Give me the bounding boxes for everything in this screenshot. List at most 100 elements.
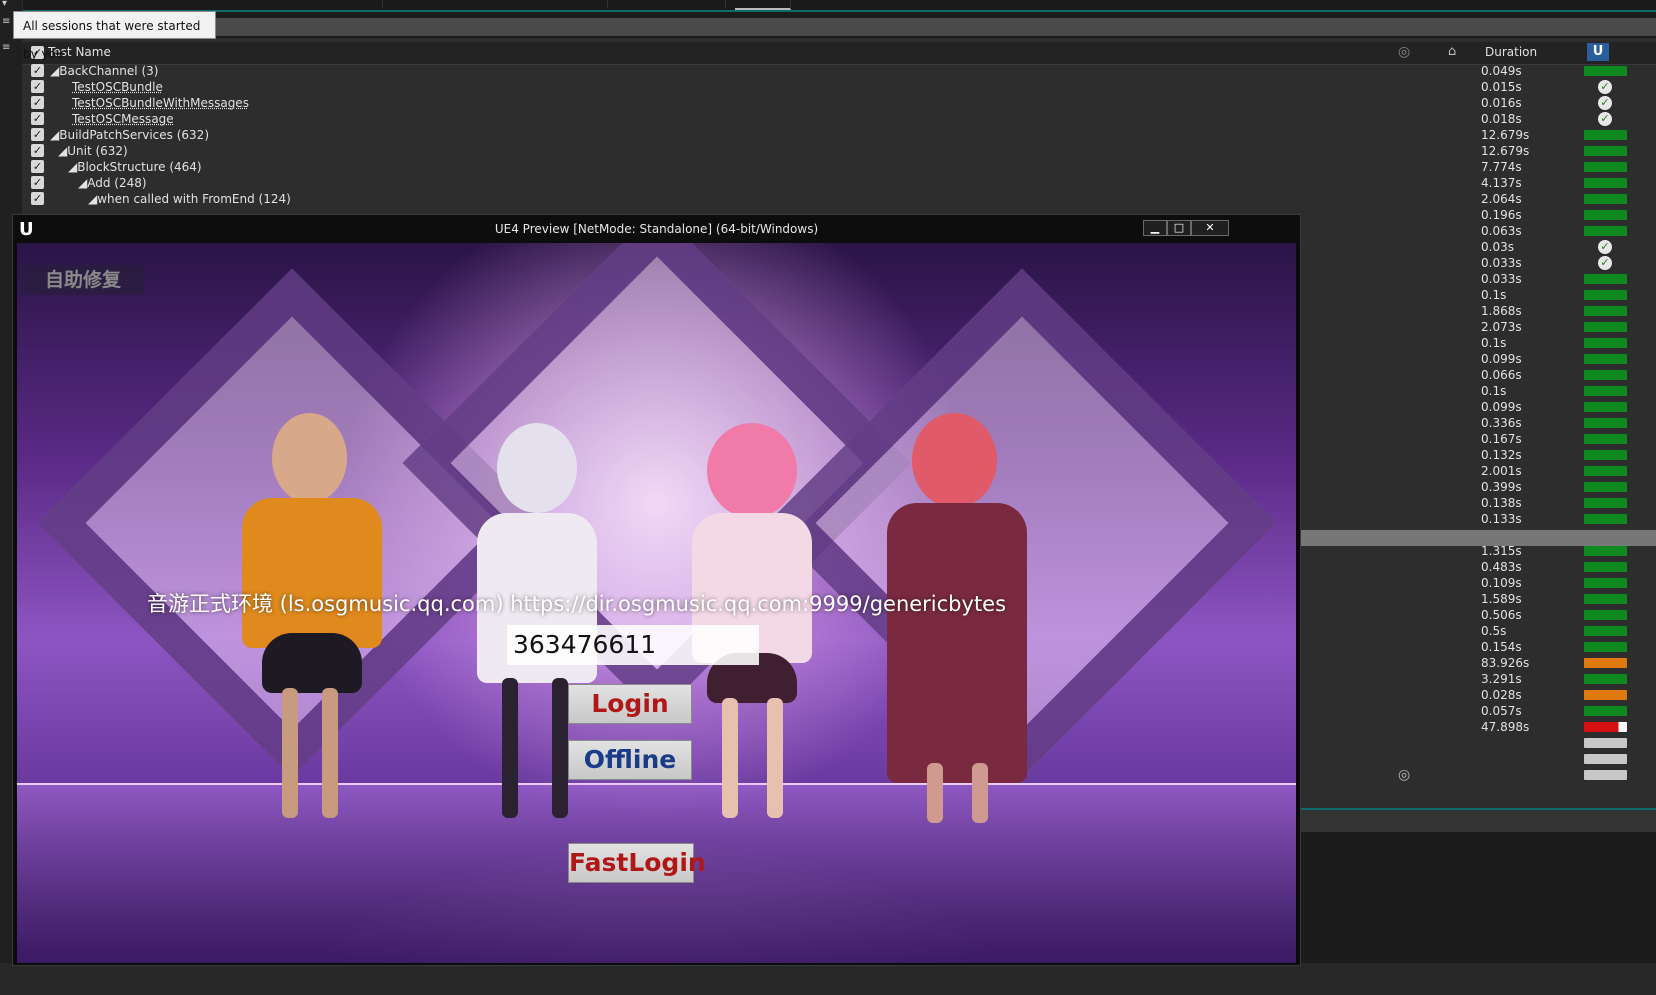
top-tab-strip — [0, 0, 1656, 12]
self-repair-button[interactable]: 自助修复 — [21, 265, 145, 295]
duration-value: 1.589s — [1481, 592, 1522, 606]
test-group-label[interactable]: ◢when called with FromEnd (124) — [88, 191, 291, 207]
status-bar-green — [1584, 386, 1627, 396]
status-bar-green — [1584, 162, 1627, 172]
table-row[interactable]: ✓ ◢when called with FromEnd (124) — [22, 191, 1656, 207]
status-bar-green — [1584, 674, 1627, 684]
test-link[interactable]: TestOSCBundle — [72, 79, 163, 95]
status-bar-green — [1584, 322, 1627, 332]
environment-info-text: 音游正式环境 (ls.osgmusic.qq.com) https://dir.… — [146, 592, 1007, 616]
duration-value: 0.138s — [1481, 496, 1522, 510]
tab-segment[interactable] — [382, 0, 608, 8]
duration-value: 0.1s — [1481, 384, 1507, 398]
fastlogin-button[interactable]: FastLogin — [568, 843, 706, 883]
duration-value: 2.064s — [1481, 192, 1522, 206]
test-group-label[interactable]: ◢Add (248) — [78, 175, 147, 191]
duration-value: 0.018s — [1481, 112, 1522, 126]
test-group-label[interactable]: ◢BackChannel (3) — [50, 63, 158, 79]
table-row[interactable]: ✓ TestOSCBundle — [22, 79, 1656, 95]
unreal-logo-icon: U — [1587, 43, 1609, 61]
status-bar-red — [1584, 722, 1627, 732]
tab-segment[interactable] — [22, 0, 383, 8]
duration-value: 83.926s — [1481, 656, 1530, 670]
status-bar-orange — [1584, 658, 1627, 668]
window-title: UE4 Preview [NetMode: Standalone] (64-bi… — [494, 222, 819, 236]
menu-icon[interactable]: ≡ — [2, 17, 12, 27]
menu-icon[interactable]: ≡ — [2, 43, 12, 53]
duration-value: 0.099s — [1481, 352, 1522, 366]
duration-value: 12.679s — [1481, 128, 1530, 142]
close-button[interactable]: ✕ — [1191, 220, 1229, 236]
duration-value: 0.109s — [1481, 576, 1522, 590]
pass-check-icon: ✓ — [1598, 112, 1612, 126]
dropdown-icon[interactable]: ▾ — [2, 0, 12, 9]
offline-button[interactable]: Offline — [568, 740, 692, 780]
duration-value: 12.679s — [1481, 144, 1530, 158]
duration-value: 0.133s — [1481, 512, 1522, 526]
table-row[interactable]: ✓ ◢Unit (632) — [22, 143, 1656, 159]
test-link[interactable]: TestOSCBundleWithMessages — [72, 95, 249, 111]
status-bar-green — [1584, 498, 1627, 508]
pass-check-icon: ✓ — [1598, 96, 1612, 110]
tab-segment[interactable] — [607, 0, 726, 8]
duration-value: 0.049s — [1481, 64, 1522, 78]
row-checkbox[interactable]: ✓ — [31, 96, 44, 109]
status-bar-green — [1584, 466, 1627, 476]
selected-row-highlight[interactable] — [1301, 530, 1656, 546]
duration-value: 4.137s — [1481, 176, 1522, 190]
status-bar-green — [1584, 418, 1627, 428]
duration-value: 2.001s — [1481, 464, 1522, 478]
row-checkbox[interactable]: ✓ — [31, 128, 44, 141]
status-bar — [1301, 808, 1656, 832]
status-bar-green — [1584, 434, 1627, 444]
duration-value: 0.099s — [1481, 400, 1522, 414]
status-bar-orange — [1584, 690, 1627, 700]
ue4-preview-window[interactable]: U UE4 Preview [NetMode: Standalone] (64-… — [12, 214, 1301, 966]
test-group-label[interactable]: ◢BuildPatchServices (632) — [50, 127, 209, 143]
duration-value: 0.167s — [1481, 432, 1522, 446]
maximize-button[interactable]: □ — [1167, 220, 1191, 236]
table-row[interactable]: ✓ ◢BlockStructure (464) — [22, 159, 1656, 175]
pass-check-icon: ✓ — [1598, 240, 1612, 254]
row-checkbox[interactable]: ✓ — [31, 160, 44, 173]
row-checkbox[interactable]: ✓ — [31, 112, 44, 125]
duration-value: 0.057s — [1481, 704, 1522, 718]
game-viewport[interactable]: 自助修复 音游正式环境 (ls.osgmusic.qq.com) https:/… — [17, 243, 1296, 963]
window-titlebar[interactable]: U UE4 Preview [NetMode: Standalone] (64-… — [13, 215, 1300, 243]
status-bar-green — [1584, 290, 1627, 300]
status-bar-green — [1584, 402, 1627, 412]
table-row[interactable]: ✓ TestOSCBundleWithMessages — [22, 95, 1656, 111]
row-checkbox[interactable]: ✓ — [31, 80, 44, 93]
duration-value: 0.5s — [1481, 624, 1507, 638]
status-bar-green — [1584, 130, 1627, 140]
table-row[interactable]: ✓ ◢BuildPatchServices (632) — [22, 127, 1656, 143]
duration-value: 7.774s — [1481, 160, 1522, 174]
test-group-label[interactable]: ◢BlockStructure (464) — [68, 159, 202, 175]
status-bar-green — [1584, 450, 1627, 460]
table-row[interactable]: ✓ ◢BackChannel (3) — [22, 63, 1656, 79]
test-group-label[interactable]: ◢Unit (632) — [58, 143, 128, 159]
row-checkbox[interactable]: ✓ — [31, 176, 44, 189]
duration-column-header[interactable]: Duration — [1485, 45, 1537, 59]
test-link[interactable]: TestOSCMessage — [72, 111, 174, 127]
row-checkbox[interactable]: ✓ — [31, 192, 44, 205]
row-checkbox[interactable]: ✓ — [31, 144, 44, 157]
duration-value: 0.336s — [1481, 416, 1522, 430]
status-bar-green — [1584, 210, 1627, 220]
spinner-column-icon[interactable]: ◎ — [1398, 44, 1410, 60]
status-bar-green — [1584, 306, 1627, 316]
duration-value: 0.1s — [1481, 288, 1507, 302]
minimize-button[interactable]: ▁ — [1143, 220, 1167, 236]
login-button[interactable]: Login — [568, 684, 692, 724]
table-row[interactable]: ✓ TestOSCMessage — [22, 111, 1656, 127]
tab-segment-active[interactable] — [735, 0, 791, 10]
status-bar-green — [1584, 610, 1627, 620]
account-id-input[interactable]: 363476611 — [507, 625, 759, 665]
duration-value: 0.063s — [1481, 224, 1522, 238]
status-bar-green — [1584, 482, 1627, 492]
table-row[interactable]: ✓ ◢Add (248) — [22, 175, 1656, 191]
duration-value: 47.898s — [1481, 720, 1530, 734]
gamepad-icon[interactable]: ⌂ — [1448, 44, 1456, 59]
duration-value: 0.016s — [1481, 96, 1522, 110]
filter-bar[interactable] — [22, 18, 1656, 36]
